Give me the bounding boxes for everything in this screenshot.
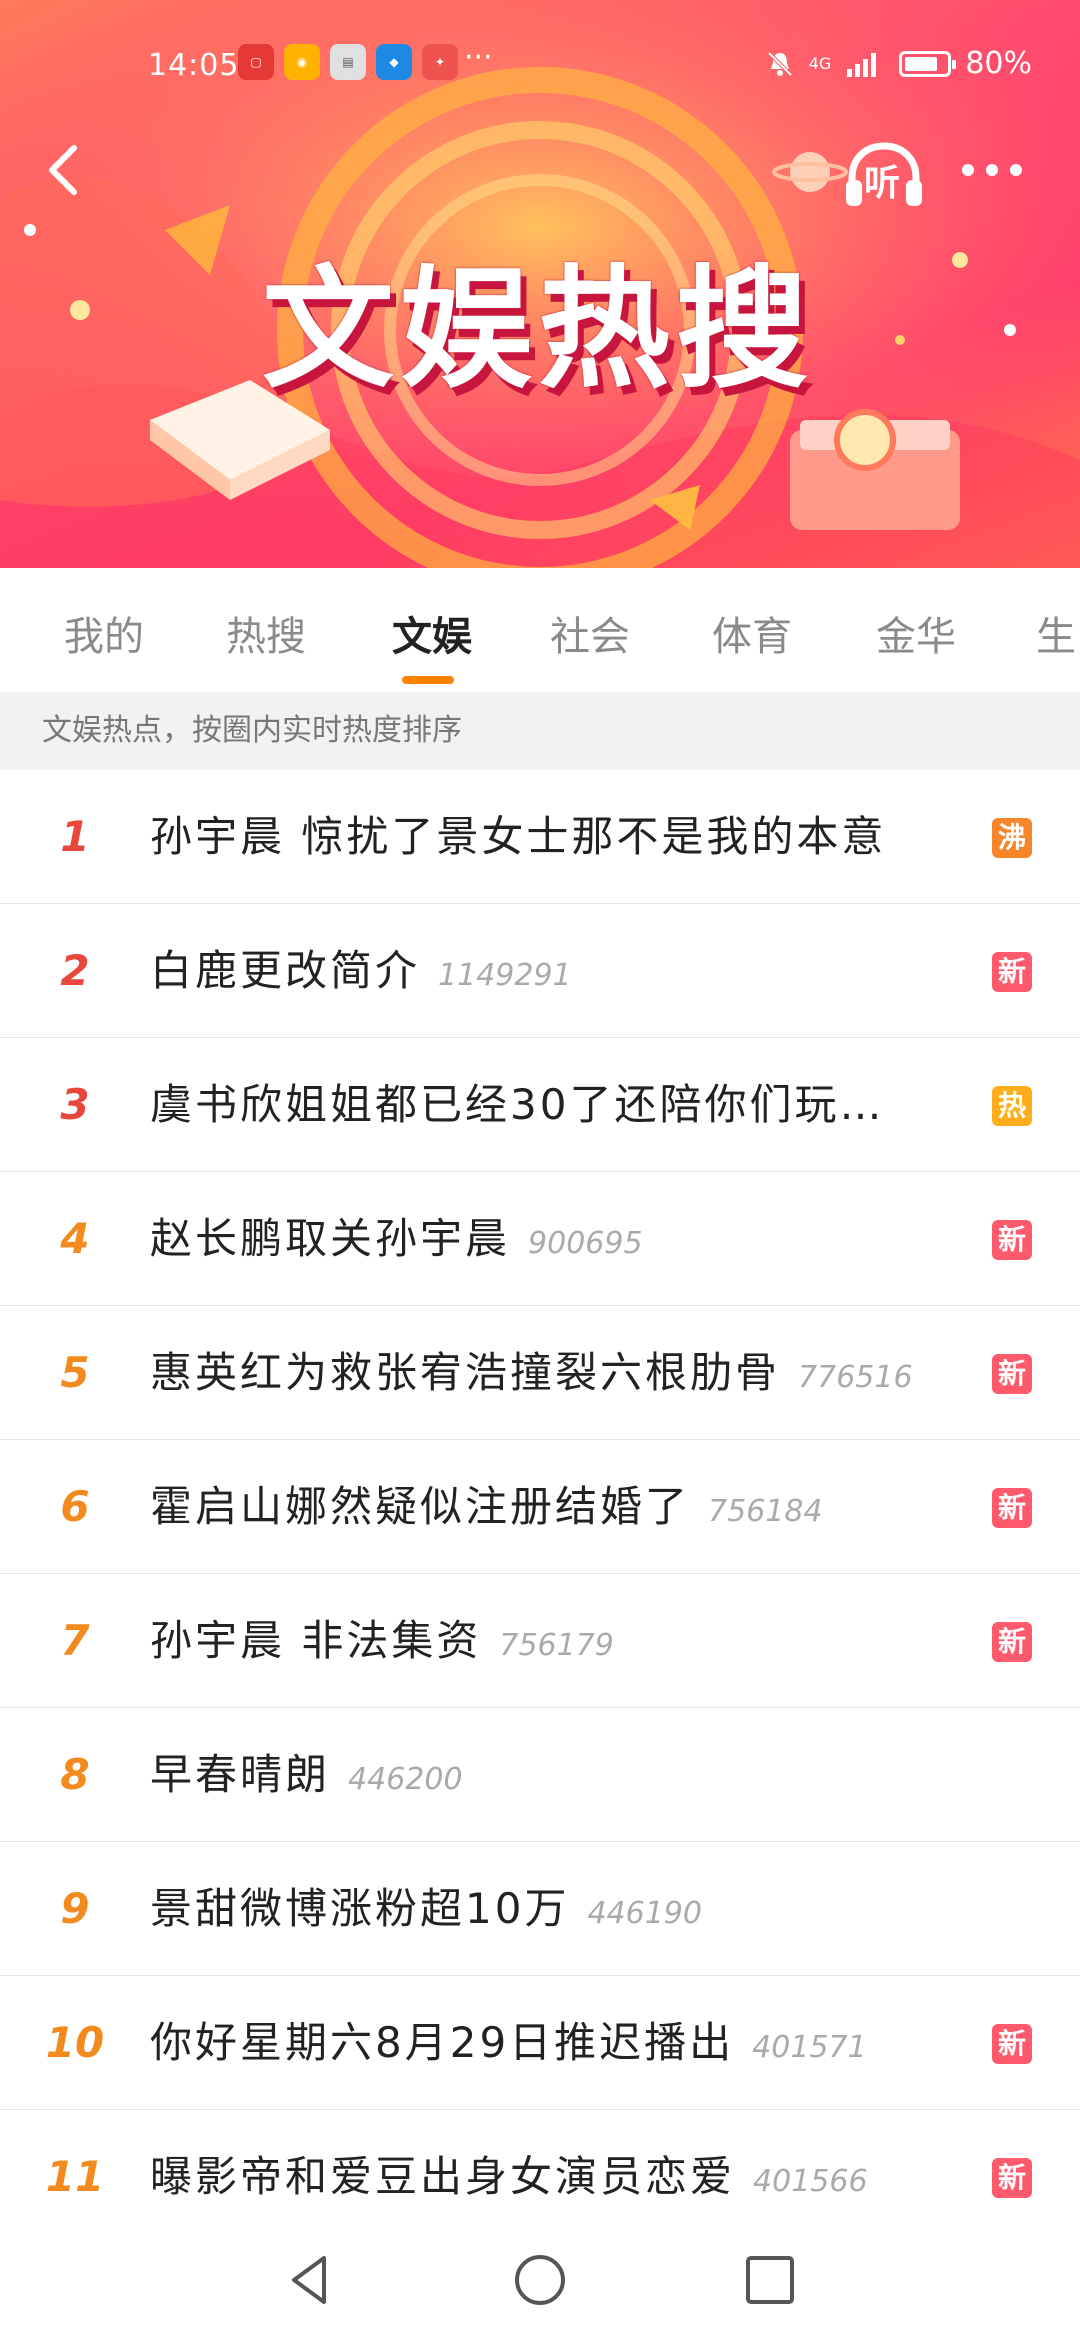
mute-bell-icon [767, 51, 793, 76]
system-navigation-bar [0, 2220, 1080, 2340]
status-badge: 新 [992, 2024, 1032, 2064]
list-item[interactable]: 8 早春晴朗 446200 [0, 1708, 1080, 1842]
status-badge: 新 [992, 1354, 1032, 1394]
weibo-icon: ◉ [284, 44, 320, 80]
item-text: 早春晴朗 446200 [150, 1708, 980, 1842]
active-tab-indicator [402, 676, 454, 684]
list-item[interactable]: 3 虞书欣姐姐都已经30了还陪你们玩… 热 [0, 1038, 1080, 1172]
heat-count: 1149291 [438, 958, 572, 993]
status-time: 14:05 [148, 48, 240, 83]
rank-number: 10 [45, 2018, 105, 2067]
heat-count: 446200 [348, 1762, 463, 1797]
listen-button[interactable]: 听 [842, 140, 926, 212]
list-item[interactable]: 6 霍启山娜然疑似注册结婚了 756184 新 [0, 1440, 1080, 1574]
item-text: 景甜微博涨粉超10万 446190 [150, 1842, 980, 1976]
network-type: 4G [808, 53, 832, 73]
tab-entertainment[interactable]: 文娱 [392, 604, 472, 660]
status-badge: 新 [992, 1220, 1032, 1260]
item-title: 虞书欣姐姐都已经30了还陪你们玩… [150, 1080, 885, 1129]
list-item[interactable]: 10 你好星期六8月29日推迟播出 401571 新 [0, 1976, 1080, 2110]
item-title: 景甜微博涨粉超10万 [150, 1884, 570, 1933]
list-item[interactable]: 2 白鹿更改简介 1149291 新 [0, 904, 1080, 1038]
status-badge: 沸 [992, 818, 1032, 858]
item-title: 你好星期六8月29日推迟播出 [150, 2018, 735, 2067]
tab-hot-search[interactable]: 热搜 [226, 604, 306, 660]
tab-mine[interactable]: 我的 [64, 604, 144, 660]
list-description: 文娱热点，按圈内实时热度排序 [0, 692, 1080, 770]
heat-count: 446190 [587, 1896, 702, 1931]
tab-jinhua[interactable]: 金华 [876, 604, 956, 660]
camera-illustration [790, 409, 960, 530]
heat-count: 776516 [798, 1360, 913, 1395]
status-right: 4G 80% [765, 46, 1032, 81]
heat-count: 900695 [528, 1226, 643, 1261]
nav-recents-icon[interactable] [740, 2250, 800, 2310]
status-badge: 新 [992, 952, 1032, 992]
dot-icon [962, 164, 974, 176]
category-tabs: 我的 热搜 文娱 社会 体育 金华 生 [0, 568, 1080, 693]
list-item[interactable]: 7 孙宇晨 非法集资 756179 新 [0, 1574, 1080, 1708]
rank-number: 4 [60, 1214, 90, 1263]
signal-icon [847, 52, 877, 77]
red-app-icon: ✦ [422, 44, 458, 80]
item-text: 孙宇晨 非法集资 756179 [150, 1574, 980, 1708]
list-item[interactable]: 4 赵长鹏取关孙宇晨 900695 新 [0, 1172, 1080, 1306]
tab-sports[interactable]: 体育 [712, 604, 792, 660]
item-title: 孙宇晨 非法集资 [150, 1616, 482, 1665]
item-text: 孙宇晨 惊扰了景女士那不是我的本意 [150, 770, 980, 904]
tab-society[interactable]: 社会 [550, 604, 630, 660]
item-text: 你好星期六8月29日推迟播出 401571 [150, 1976, 980, 2110]
back-arrow-icon[interactable] [36, 140, 96, 200]
more-options-button[interactable] [962, 150, 1042, 190]
heat-count: 401566 [753, 2164, 868, 2199]
hot-search-list: 1 孙宇晨 惊扰了景女士那不是我的本意 沸 2 白鹿更改简介 1149291 新 3 虞书欣姐姐… [0, 770, 1080, 2244]
item-text: 赵长鹏取关孙宇晨 900695 [150, 1172, 980, 1306]
rank-number: 7 [60, 1616, 90, 1665]
rank-number: 9 [60, 1884, 90, 1933]
nav-back-icon[interactable] [280, 2250, 340, 2310]
dot-icon [1010, 164, 1022, 176]
item-text: 惠英红为救张宥浩撞裂六根肋骨 776516 [150, 1306, 980, 1440]
item-title: 孙宇晨 惊扰了景女士那不是我的本意 [150, 812, 887, 861]
status-badge: 新 [992, 1622, 1032, 1662]
status-bar: 14:05 ▢ ◉ ▤ ◆ ✦ ··· 4G 80% [0, 40, 1080, 90]
battery-icon [899, 50, 957, 77]
notification-icons: ▢ ◉ ▤ ◆ ✦ [238, 44, 458, 80]
item-title: 赵长鹏取关孙宇晨 [150, 1214, 511, 1263]
item-text: 虞书欣姐姐都已经30了还陪你们玩… [150, 1038, 980, 1172]
item-title: 早春晴朗 [150, 1750, 331, 1799]
list-item[interactable]: 9 景甜微博涨粉超10万 446190 [0, 1842, 1080, 1976]
status-badge: 新 [992, 1488, 1032, 1528]
list-item[interactable]: 5 惠英红为救张宥浩撞裂六根肋骨 776516 新 [0, 1306, 1080, 1440]
banner-title: 文娱热搜 [262, 253, 814, 407]
item-title: 霍启山娜然疑似注册结婚了 [150, 1482, 691, 1531]
nav-home-icon[interactable] [510, 2250, 570, 2310]
huawei-app-icon: ▢ [238, 44, 274, 80]
heat-count: 401571 [752, 2030, 867, 2065]
heat-count: 756179 [499, 1628, 614, 1663]
item-title: 惠英红为救张宥浩撞裂六根肋骨 [150, 1348, 781, 1397]
more-notifications-icon: ··· [464, 40, 493, 75]
rank-number: 5 [60, 1348, 90, 1397]
box-icon: ▤ [330, 44, 366, 80]
heat-count: 756184 [708, 1494, 823, 1529]
rank-number: 6 [60, 1482, 90, 1531]
list-item[interactable]: 1 孙宇晨 惊扰了景女士那不是我的本意 沸 [0, 770, 1080, 904]
item-text: 霍启山娜然疑似注册结婚了 756184 [150, 1440, 980, 1574]
item-title: 白鹿更改简介 [150, 946, 421, 995]
battery-percent: 80% [965, 46, 1032, 81]
rank-number: 1 [60, 812, 90, 861]
rank-number: 8 [60, 1750, 90, 1799]
bird-app-icon: ◆ [376, 44, 412, 80]
item-title: 曝影帝和爱豆出身女演员恋爱 [150, 2152, 736, 2201]
tab-more-partial[interactable]: 生 [1036, 604, 1076, 660]
item-text: 白鹿更改简介 1149291 [150, 904, 980, 1038]
rank-number: 3 [60, 1080, 90, 1129]
status-badge: 热 [992, 1086, 1032, 1126]
banner: 14:05 ▢ ◉ ▤ ◆ ✦ ··· 4G 80% 听 文娱热搜 [0, 0, 1080, 568]
listen-label: 听 [864, 163, 901, 204]
status-badge: 新 [992, 2158, 1032, 2198]
rank-number: 2 [60, 946, 90, 995]
dot-icon [986, 164, 998, 176]
